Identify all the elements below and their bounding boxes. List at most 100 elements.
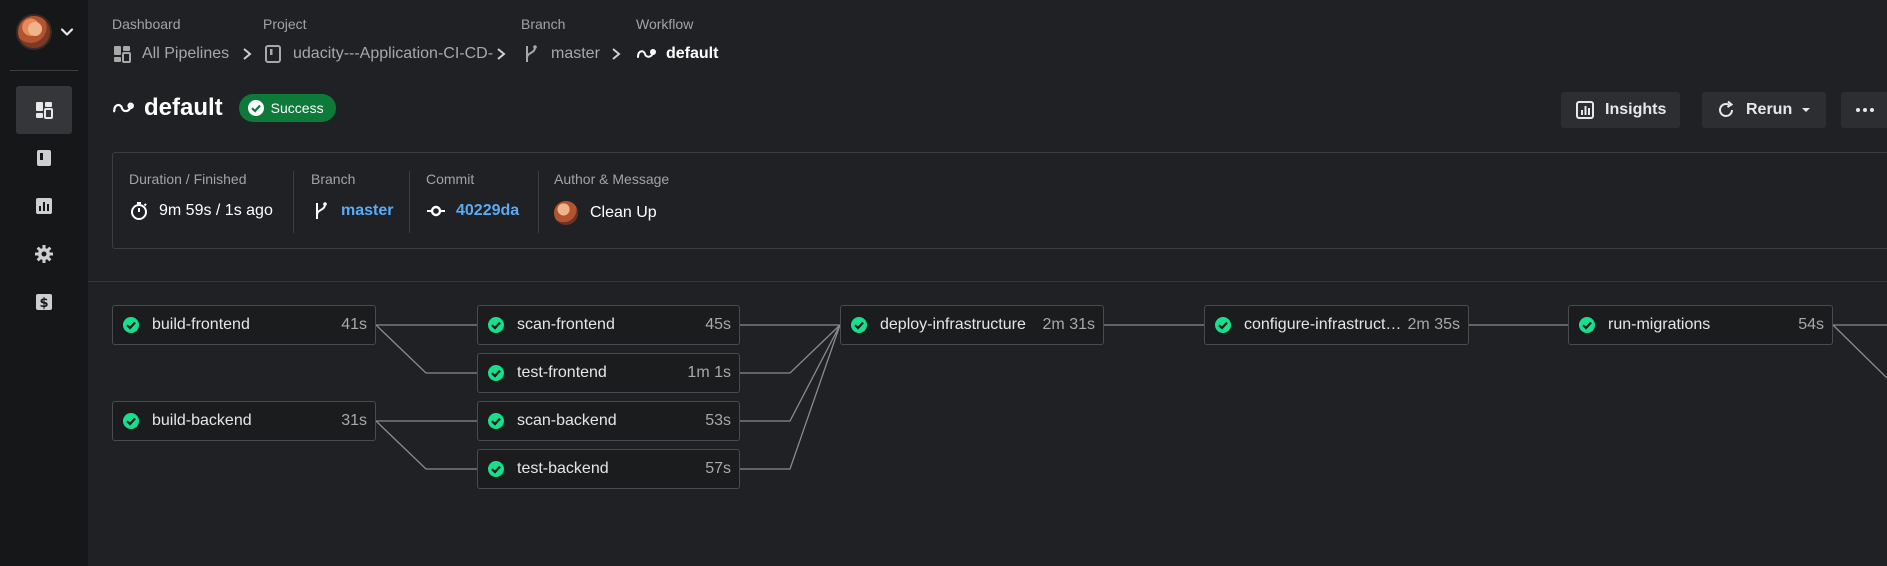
breadcrumb-project[interactable]: Project udacity---Application-CI-CD-: [263, 16, 493, 63]
success-check-icon: [1215, 317, 1231, 333]
summary-divider: [409, 171, 410, 233]
rerun-button[interactable]: Rerun: [1702, 92, 1827, 128]
status-text: Success: [270, 100, 324, 116]
breadcrumb-all-pipelines[interactable]: All Pipelines: [112, 44, 229, 64]
success-check-icon: [851, 317, 867, 333]
insights-label: Insights: [1605, 101, 1667, 118]
breadcrumb-workflow[interactable]: Workflow default: [636, 16, 718, 62]
job-duration: 54s: [1798, 316, 1824, 333]
breadcrumb-label: Project: [263, 16, 307, 32]
pipeline-summary: Duration / Finished 9m 59s / 1s ago Bran…: [112, 152, 1887, 249]
job-card[interactable]: build-frontend 41s: [112, 305, 376, 345]
job-card[interactable]: scan-frontend 45s: [477, 305, 740, 345]
chevron-down-icon[interactable]: [60, 25, 74, 39]
chevron-right-icon: [612, 48, 621, 60]
duration-value: 9m 59s / 1s ago: [159, 202, 273, 219]
breadcrumb-project-name[interactable]: udacity---Application-CI-CD-: [263, 44, 493, 64]
job-name: scan-backend: [517, 412, 617, 429]
success-check-icon: [488, 413, 504, 429]
job-name: test-frontend: [517, 364, 607, 381]
caret-down-icon: [1802, 108, 1811, 112]
breadcrumb-branch-name[interactable]: master: [521, 44, 600, 64]
job-card[interactable]: scan-backend 53s: [477, 401, 740, 441]
sidebar-item-settings[interactable]: [16, 230, 72, 278]
workflow-icon: [637, 49, 656, 58]
commit-link[interactable]: 40229da: [456, 202, 519, 220]
chevron-right-icon: [497, 48, 506, 60]
success-check-icon: [1579, 317, 1595, 333]
breadcrumb-value: master: [551, 45, 600, 62]
success-check-icon: [488, 365, 504, 381]
stopwatch-icon: [131, 202, 147, 220]
job-duration: 57s: [705, 460, 731, 477]
user-menu[interactable]: [16, 14, 74, 50]
page-title: default: [144, 94, 223, 121]
chevron-right-icon: [243, 48, 252, 60]
rerun-label: Rerun: [1746, 101, 1793, 118]
breadcrumb-label: Branch: [521, 16, 566, 32]
breadcrumb-dashboard[interactable]: Dashboard All Pipelines: [112, 16, 229, 63]
job-card[interactable]: test-frontend 1m 1s: [477, 353, 740, 393]
author-avatar: [554, 201, 578, 225]
job-name: scan-frontend: [517, 316, 615, 333]
dashboard-icon: [36, 102, 53, 119]
breadcrumb-value: default: [666, 45, 719, 62]
job-card[interactable]: run-migrations 54s: [1568, 305, 1833, 345]
job-name: run-migrations: [1608, 316, 1711, 333]
branch-icon: [316, 202, 327, 219]
author-label: Author & Message: [554, 171, 670, 187]
job-card[interactable]: configure-infrastructu... 2m 35s: [1204, 305, 1469, 345]
job-card[interactable]: deploy-infrastructure 2m 31s: [840, 305, 1104, 345]
branch-icon: [526, 45, 537, 62]
job-duration: 1m 1s: [687, 364, 731, 381]
gear-icon: [35, 245, 53, 263]
job-card[interactable]: build-backend 31s: [112, 401, 376, 441]
breadcrumb-value: udacity---Application-CI-CD-: [293, 45, 494, 62]
workflow-graph: build-frontend 41s scan-frontend 45s tes…: [0, 282, 1887, 566]
success-check-icon: [488, 461, 504, 477]
commit-message: Clean Up: [590, 204, 657, 221]
job-duration: 53s: [705, 412, 731, 429]
branch-link[interactable]: master: [341, 202, 393, 220]
page-header: default Success: [112, 94, 336, 122]
commit-label: Commit: [426, 171, 475, 187]
project-book-icon: [37, 150, 51, 166]
job-duration: 2m 31s: [1042, 316, 1095, 333]
job-duration: 2m 35s: [1407, 316, 1460, 333]
insights-chart-icon: [36, 198, 52, 214]
job-name: configure-infrastructu...: [1244, 316, 1402, 333]
job-card[interactable]: test-backend 57s: [477, 449, 740, 489]
more-horizontal-icon: [1856, 108, 1874, 112]
insights-button[interactable]: Insights: [1561, 92, 1681, 128]
breadcrumb-label: Workflow: [636, 16, 694, 32]
summary-commit: Commit 40229da: [426, 171, 519, 221]
summary-divider: [293, 171, 294, 233]
dashboard-icon: [114, 46, 131, 63]
job-name: build-backend: [152, 412, 252, 429]
status-badge: Success: [238, 94, 336, 122]
breadcrumb-workflow-name[interactable]: default: [636, 44, 718, 64]
branch-label: Branch: [311, 171, 356, 187]
job-duration: 45s: [705, 316, 731, 333]
avatar[interactable]: [16, 14, 52, 50]
job-name: deploy-infrastructure: [880, 316, 1026, 333]
breadcrumb-label: Dashboard: [112, 16, 181, 32]
sidebar-item-projects[interactable]: [16, 134, 72, 182]
success-check-icon: [123, 413, 139, 429]
summary-branch: Branch master: [311, 171, 393, 221]
breadcrumb-branch[interactable]: Branch master: [521, 16, 600, 62]
workflow-icon: [113, 102, 134, 113]
summary-divider: [538, 171, 539, 233]
check-circle-icon: [247, 100, 264, 116]
sidebar-item-dashboard[interactable]: [16, 86, 72, 134]
project-book-icon: [265, 45, 281, 63]
summary-duration: Duration / Finished 9m 59s / 1s ago: [129, 171, 273, 221]
refresh-icon: [1719, 100, 1734, 117]
summary-author: Author & Message Clean Up: [554, 171, 669, 225]
more-actions-button[interactable]: [1841, 92, 1887, 128]
breadcrumb-value: All Pipelines: [142, 45, 230, 62]
sidebar-item-insights[interactable]: [16, 182, 72, 230]
success-check-icon: [488, 317, 504, 333]
job-name: test-backend: [517, 460, 609, 477]
job-duration: 31s: [341, 412, 367, 429]
